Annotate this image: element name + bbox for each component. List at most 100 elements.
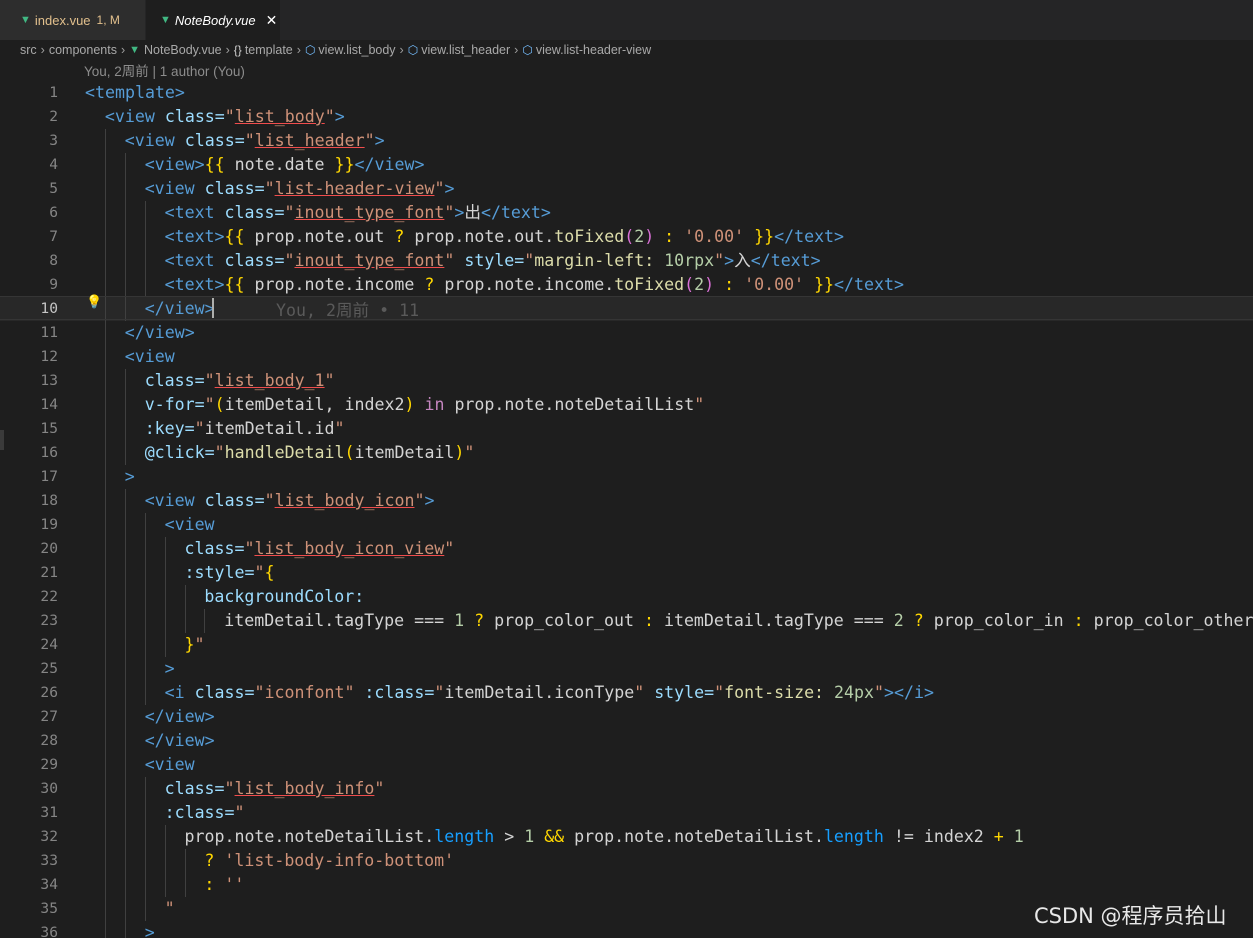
line-number: 30 [40,780,58,797]
code-line[interactable]: 1 <template> [0,81,1253,105]
line-number: 23 [40,612,58,629]
indent-guide [144,609,146,633]
code-line[interactable]: 17 > [0,465,1253,489]
breadcrumb-item[interactable]: view.list-header-view [536,43,651,57]
indent-guide [124,225,126,249]
indent-guide [124,849,126,873]
codelens-authors[interactable]: You, 2周前 | 1 author (You) [84,62,245,82]
code-line[interactable]: 31:class=" [0,801,1253,825]
breadcrumb-item[interactable]: NoteBody.vue [144,43,222,57]
code-text: > [164,659,175,678]
indent-guide [124,537,126,561]
code-line[interactable]: 22 backgroundColor: [0,585,1253,609]
code-line[interactable]: 21:style="{ [0,561,1253,585]
braces-icon: {} [233,43,242,57]
indent-guide [144,513,146,537]
code-line[interactable]: 14 v-for="(itemDetail, index2) in prop.no… [0,393,1253,417]
tab-notebody-vue[interactable]: ▼ NoteBody.vue ✕ [146,0,280,40]
code-line[interactable]: 5 <view class="list-header-view"> [0,177,1253,201]
close-icon[interactable]: ✕ [266,12,278,29]
indent-guide [184,873,186,897]
code-line[interactable]: 11 </view> [0,321,1253,345]
code-line[interactable]: 9 <text>{{ prop.note.income ? prop.note.i… [0,273,1253,297]
indent-guide [124,561,126,585]
watermark: CSDN @程序员拾山 [1034,904,1227,928]
code-line[interactable]: 29 <view [0,753,1253,777]
lightbulb-icon[interactable]: 💡 [86,295,102,310]
code-line[interactable]: 2 <view class="list_body"> [0,105,1253,129]
indent-guide [124,369,126,393]
indent-guide [104,129,106,153]
code-text: <view>{{ note.date }}</view> [144,155,425,174]
indent-guide [104,393,106,417]
breadcrumb-item[interactable]: view.list_body [318,43,395,57]
code-line[interactable]: 30 class="list_body_info" [0,777,1253,801]
code-line[interactable]: 20 class="list_body_icon_view" [0,537,1253,561]
breadcrumb: src › components › ▼ NoteBody.vue › {} t… [20,40,651,60]
breadcrumb-item[interactable]: components [49,43,117,57]
indent-guide [104,585,106,609]
breadcrumb-item[interactable]: view.list_header [421,43,510,57]
code-line[interactable]: 24}" [0,633,1253,657]
indent-guide [164,825,166,849]
code-line[interactable]: 3 <view class="list_header"> [0,129,1253,153]
code-text: </view> [124,323,195,342]
code-text: <template> [85,83,185,102]
code-editor[interactable]: 1 <template> 2 <view class="list_body"> 3 <vi… [0,81,1253,938]
line-number: 1 [49,84,58,101]
code-line[interactable]: 28 </view> [0,729,1253,753]
code-text: }" [184,635,205,654]
indent-guide [144,681,146,705]
indent-guide [104,849,106,873]
code-line[interactable]: 32 prop.note.noteDetailList.length > 1 &&… [0,825,1253,849]
chevron-right-icon: › [399,43,404,57]
indent-guide [104,225,106,249]
code-line[interactable]: 23 itemDetail.tagType === 1 ? prop_color_… [0,609,1253,633]
code-text: v-for="(itemDetail, index2) in prop.note… [144,395,705,414]
code-line[interactable]: 7 <text>{{ prop.note.out ? prop.note.out.… [0,225,1253,249]
tab-label: index.vue [34,12,91,28]
indent-guide [124,681,126,705]
line-number: 2 [49,108,58,125]
tab-index-vue[interactable]: ▼ index.vue 1, M [0,0,145,40]
code-line[interactable]: 34: '' [0,873,1253,897]
indent-guide [124,921,126,938]
line-number: 22 [40,588,58,605]
line-number: 11 [40,324,58,341]
indent-guide [104,201,106,225]
indent-guide [124,153,126,177]
code-line[interactable]: 25 > [0,657,1253,681]
code-line[interactable]: 33 ? 'list-body-info-bottom' [0,849,1253,873]
code-line[interactable]: 12 <view [0,345,1253,369]
indent-guide [104,561,106,585]
chevron-right-icon: › [514,43,519,57]
breadcrumb-item[interactable]: src [20,43,37,57]
indent-guide [124,753,126,777]
breadcrumb-item[interactable]: template [245,43,293,57]
indent-guide [104,729,106,753]
indent-guide [104,777,106,801]
code-line[interactable]: 19 <view [0,513,1253,537]
code-line[interactable]: 4 <view>{{ note.date }}</view> [0,153,1253,177]
indent-guide [164,561,166,585]
indent-guide [124,633,126,657]
code-line[interactable]: 27 </view> [0,705,1253,729]
line-number: 16 [40,444,58,461]
code-line[interactable]: 18 <view class="list_body_icon"> [0,489,1253,513]
indent-guide [124,801,126,825]
line-number: 15 [40,420,58,437]
code-line[interactable]: 15:key="itemDetail.id" [0,417,1253,441]
indent-guide [124,897,126,921]
indent-guide [144,849,146,873]
code-line[interactable]: 8 <text class="inout_type_font" style="ma… [0,249,1253,273]
code-text: <text>{{ prop.note.out ? prop.note.out.t… [164,227,845,246]
line-number: 28 [40,732,58,749]
chevron-right-icon: › [120,43,126,57]
code-line[interactable]: 16 @click="handleDetail(itemDetail)" [0,441,1253,465]
code-line[interactable]: 13 class="list_body_1" [0,369,1253,393]
indent-guide [144,897,146,921]
code-line[interactable]: 6 <text class="inout_type_font">出</text> [0,201,1253,225]
code-text: <view class="list-header-view"> [144,179,455,198]
code-line[interactable]: 26 <i class="iconfont" :class="itemDetail… [0,681,1253,705]
indent-guide [104,705,106,729]
